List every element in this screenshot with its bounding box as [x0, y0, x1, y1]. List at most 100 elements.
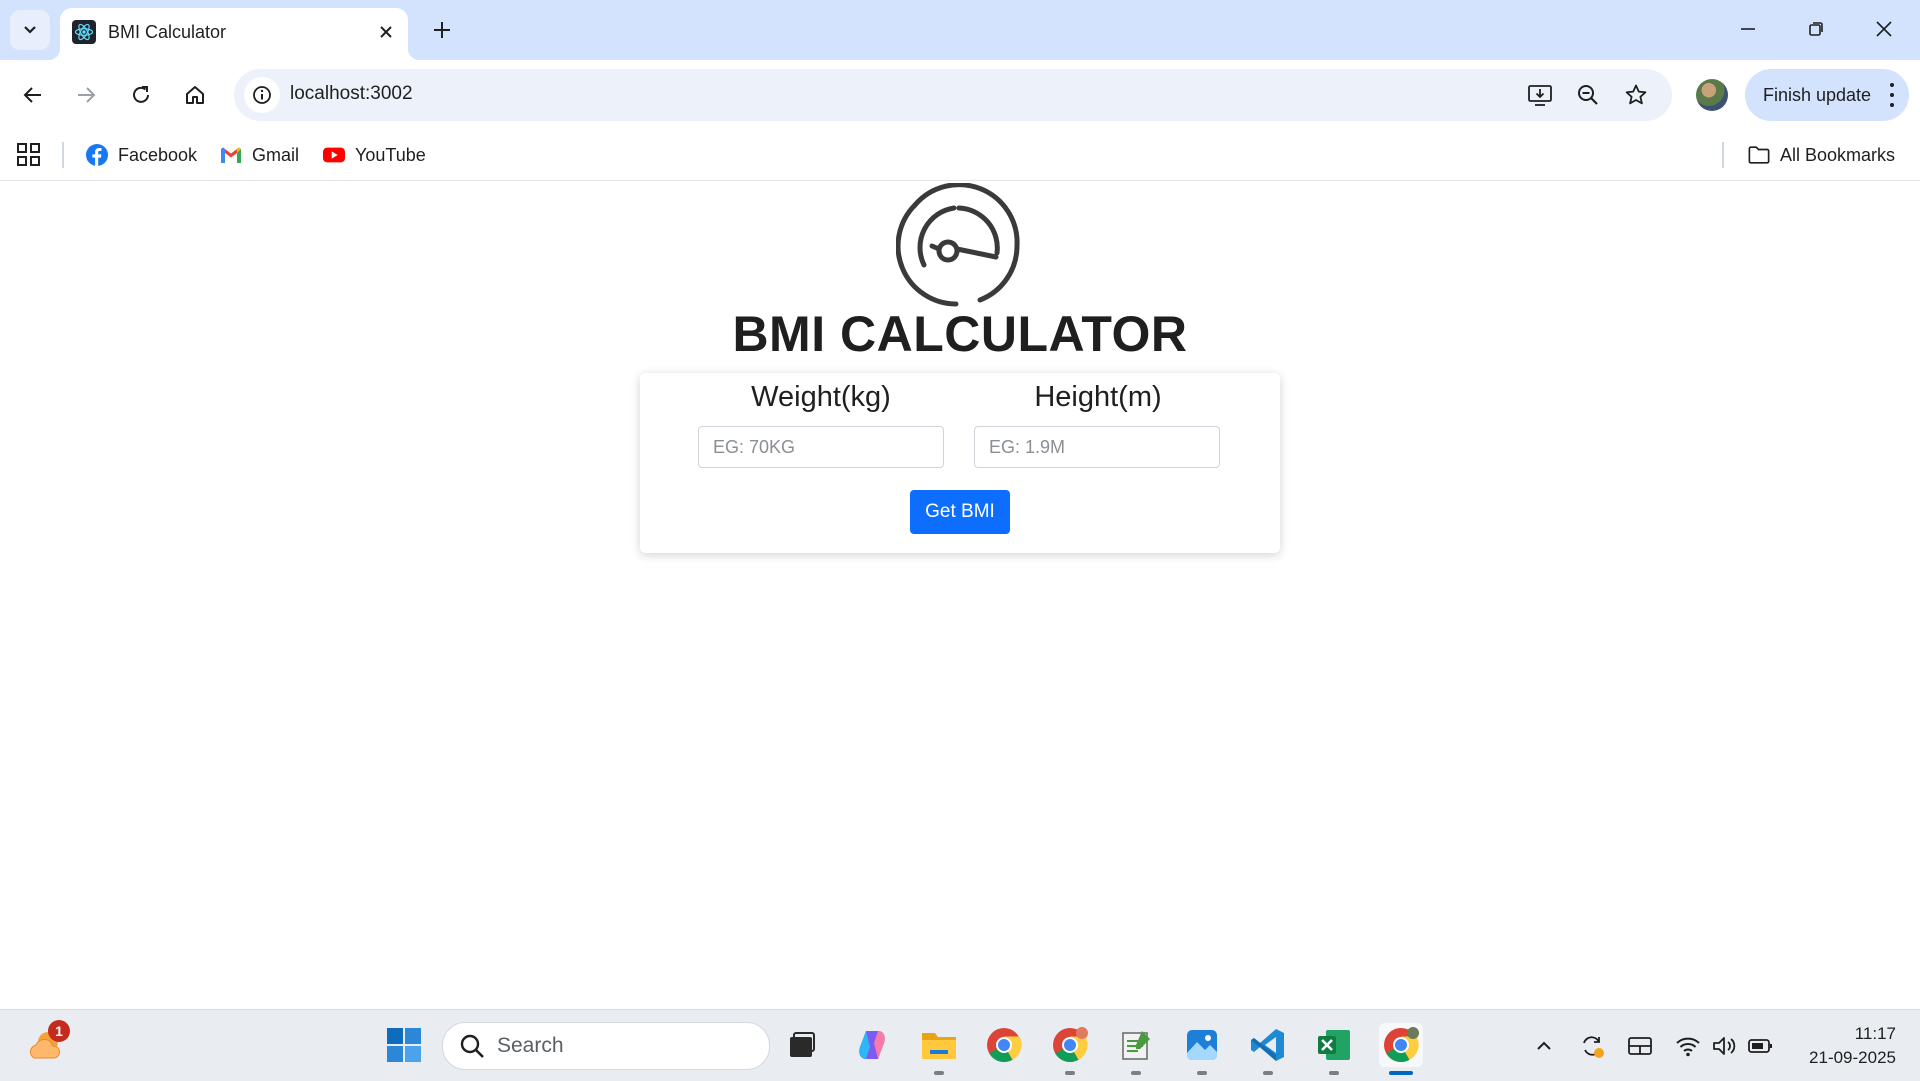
bookmark-facebook[interactable]: Facebook — [86, 139, 197, 171]
weight-label: Weight(kg) — [751, 381, 891, 413]
weather-notification-badge: 1 — [48, 1020, 70, 1042]
height-label: Height(m) — [1034, 381, 1162, 413]
battery-icon[interactable] — [1746, 1032, 1774, 1060]
task-view-icon — [790, 1032, 815, 1057]
chevron-down-icon — [24, 26, 36, 34]
zoom-icon[interactable] — [1572, 79, 1604, 111]
get-bmi-button[interactable]: Get BMI — [910, 490, 1010, 534]
finish-update-button[interactable]: Finish update — [1745, 69, 1909, 121]
chrome-icon — [1384, 1027, 1419, 1062]
react-icon — [72, 20, 96, 44]
reload-button[interactable] — [121, 75, 161, 115]
taskbar-excel[interactable] — [1312, 1023, 1356, 1075]
taskbar-chrome-active[interactable] — [1379, 1023, 1423, 1075]
taskbar-copilot[interactable] — [850, 1023, 894, 1067]
close-tab-icon[interactable] — [374, 20, 398, 44]
finish-update-label: Finish update — [1763, 84, 1872, 105]
running-indicator — [1263, 1071, 1273, 1075]
bookmarks-bar: Facebook Gmail YouTube All Bookmarks — [0, 130, 1920, 181]
search-icon — [460, 1034, 484, 1058]
bookmark-star-icon[interactable] — [1620, 79, 1652, 111]
taskbar-chrome[interactable] — [982, 1023, 1026, 1067]
profile-avatar[interactable] — [1696, 79, 1728, 111]
wifi-icon[interactable] — [1674, 1032, 1702, 1060]
home-button[interactable] — [175, 75, 215, 115]
taskbar: 1 Search 11:17 21-09-2025 — [0, 1009, 1920, 1081]
taskbar-task-view[interactable] — [780, 1023, 824, 1067]
notepad-icon — [1122, 1031, 1150, 1060]
tab-title: BMI Calculator — [108, 22, 227, 42]
browser-tab[interactable]: BMI Calculator — [48, 8, 420, 60]
close-window-button[interactable] — [1856, 6, 1912, 52]
chrome-icon — [987, 1028, 1022, 1062]
speedometer-icon — [896, 183, 1020, 307]
forward-button[interactable] — [66, 75, 106, 115]
bookmarks-separator — [1722, 142, 1724, 168]
taskbar-vscode[interactable] — [1246, 1023, 1290, 1075]
clock-time: 11:17 — [1854, 1024, 1896, 1043]
bookmark-gmail[interactable]: Gmail — [220, 139, 299, 171]
running-indicator — [1131, 1071, 1141, 1075]
minimize-button[interactable] — [1720, 6, 1776, 52]
apps-grid-icon[interactable] — [16, 142, 42, 168]
new-tab-button[interactable] — [424, 12, 460, 48]
plus-icon — [434, 22, 450, 38]
bookmark-label: YouTube — [355, 144, 426, 165]
youtube-icon — [323, 144, 345, 166]
running-indicator — [1065, 1071, 1075, 1075]
chrome-icon — [1053, 1027, 1088, 1062]
running-indicator — [1329, 1071, 1339, 1075]
bmi-form-card: Weight(kg) Height(m) Get BMI — [640, 373, 1280, 553]
active-indicator — [1389, 1071, 1413, 1075]
arrow-right-icon — [78, 87, 96, 103]
restore-button[interactable] — [1788, 6, 1844, 52]
clock-date: 21-09-2025 — [1809, 1048, 1896, 1067]
taskbar-chrome-profile[interactable] — [1048, 1023, 1092, 1075]
install-app-icon[interactable] — [1524, 79, 1556, 111]
photos-icon — [1187, 1030, 1217, 1060]
tab-strip: BMI Calculator — [0, 0, 1920, 60]
vscode-icon — [1251, 1029, 1284, 1061]
restore-icon — [1809, 22, 1823, 36]
kebab-menu-icon[interactable] — [1889, 83, 1895, 107]
browser-toolbar: localhost:3002 Finish update — [0, 60, 1920, 130]
chevron-up-icon — [1537, 1041, 1551, 1050]
height-input[interactable] — [974, 426, 1220, 468]
minimize-icon — [1741, 28, 1755, 30]
weight-input[interactable] — [698, 426, 944, 468]
touch-keyboard-icon[interactable] — [1626, 1032, 1654, 1060]
all-bookmarks-button[interactable]: All Bookmarks — [1748, 139, 1895, 171]
url-text[interactable]: localhost:3002 — [290, 83, 413, 105]
bookmark-youtube[interactable]: YouTube — [323, 139, 426, 171]
taskbar-photos[interactable] — [1180, 1023, 1224, 1075]
windows-icon — [387, 1028, 421, 1062]
back-button[interactable] — [13, 75, 53, 115]
taskbar-notepad-app[interactable] — [1114, 1023, 1158, 1075]
home-icon — [186, 86, 204, 104]
bookmark-label: Facebook — [118, 144, 198, 165]
tab-search-button[interactable] — [10, 10, 50, 50]
excel-icon — [1318, 1030, 1350, 1060]
taskbar-search[interactable]: Search — [442, 1022, 770, 1070]
bookmark-label: Gmail — [252, 144, 300, 165]
running-indicator — [934, 1071, 944, 1075]
reload-icon — [133, 86, 149, 103]
all-bookmarks-label: All Bookmarks — [1780, 144, 1896, 165]
close-icon — [1876, 21, 1892, 37]
start-button[interactable] — [382, 1023, 426, 1067]
site-info-icon[interactable] — [244, 77, 280, 113]
sync-status-icon[interactable] — [1578, 1032, 1606, 1060]
file-explorer-icon — [922, 1033, 956, 1059]
page-title: BMI CALCULATOR — [732, 306, 1188, 362]
show-hidden-icons-button[interactable] — [1530, 1032, 1558, 1060]
facebook-icon — [86, 144, 108, 166]
copilot-icon — [859, 1031, 885, 1059]
volume-icon[interactable] — [1710, 1032, 1738, 1060]
search-label: Search — [497, 1034, 564, 1057]
arrow-left-icon — [23, 87, 41, 103]
address-bar[interactable]: localhost:3002 — [234, 69, 1672, 121]
gmail-icon — [220, 144, 242, 166]
taskbar-file-explorer[interactable] — [917, 1023, 961, 1075]
running-indicator — [1197, 1071, 1207, 1075]
clock[interactable]: 11:17 21-09-2025 — [1780, 1022, 1896, 1070]
